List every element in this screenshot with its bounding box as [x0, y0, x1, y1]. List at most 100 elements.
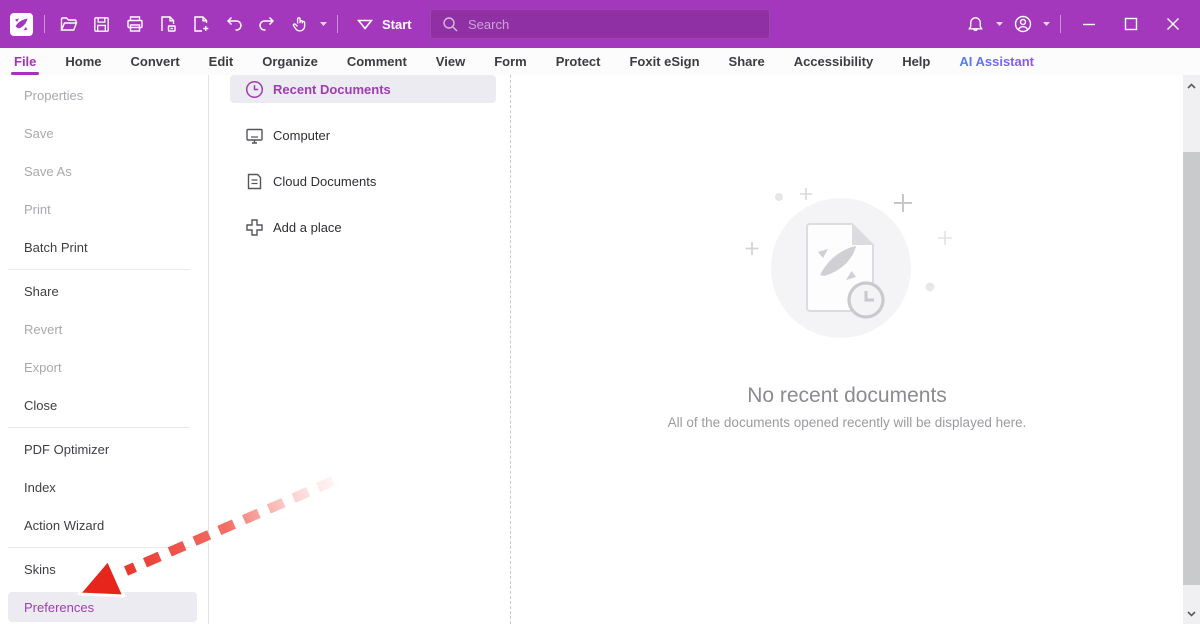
- vertical-scrollbar[interactable]: [1183, 75, 1200, 624]
- empty-state-subtitle: All of the documents opened recently wil…: [667, 415, 1027, 430]
- print-icon: [126, 16, 143, 32]
- place-label: Computer: [273, 127, 331, 143]
- redo-icon: [258, 16, 274, 31]
- places-panel: Recent Documents Computer Cloud Document…: [209, 75, 511, 624]
- tab-home[interactable]: Home: [65, 48, 101, 75]
- hand-tool-icon: [292, 16, 306, 32]
- tab-organize[interactable]: Organize: [262, 48, 318, 75]
- close-button[interactable]: [1152, 0, 1194, 48]
- undo-button[interactable]: [217, 8, 250, 40]
- file-menu-properties[interactable]: Properties: [0, 76, 208, 114]
- place-recent-documents[interactable]: Recent Documents: [230, 75, 496, 103]
- file-menu-close[interactable]: Close: [0, 386, 208, 424]
- tab-help[interactable]: Help: [902, 48, 930, 75]
- caret-down-icon: [995, 22, 1003, 26]
- foxit-pdf-editor-window: Start Search File Home Convert Edit Orga…: [0, 0, 1200, 624]
- toolbar-separator: [337, 15, 338, 33]
- tab-edit[interactable]: Edit: [209, 48, 234, 75]
- save-button[interactable]: [85, 8, 118, 40]
- recent-documents-panel: No recent documents All of the documents…: [511, 75, 1183, 624]
- page-plus-icon: [193, 16, 208, 32]
- scrollbar-thumb[interactable]: [1183, 152, 1200, 585]
- menubar: File Home Convert Edit Organize Comment …: [0, 48, 1200, 75]
- file-menu-action-wizard[interactable]: Action Wizard: [0, 506, 208, 544]
- maximize-icon: [1124, 17, 1138, 31]
- search-icon: [443, 16, 458, 31]
- file-menu-index[interactable]: Index: [0, 468, 208, 506]
- tab-file[interactable]: File: [10, 48, 40, 75]
- scroll-down-button[interactable]: [1183, 605, 1200, 622]
- file-menu-share[interactable]: Share: [0, 272, 208, 310]
- notifications-dropdown[interactable]: [992, 8, 1006, 40]
- clock-icon: [245, 80, 264, 99]
- place-label: Cloud Documents: [273, 173, 377, 189]
- quick-access-toolbar: Start: [0, 0, 424, 48]
- file-menu-sidebar: Properties Save Save As Print Batch Prin…: [0, 75, 209, 624]
- start-tab-label: Start: [382, 16, 412, 32]
- page-minus-icon: [160, 16, 176, 32]
- account-dropdown[interactable]: [1039, 8, 1053, 40]
- create-pdf-button[interactable]: [184, 8, 217, 40]
- file-menu-export[interactable]: Export: [0, 348, 208, 386]
- file-menu-revert[interactable]: Revert: [0, 310, 208, 348]
- document-icon: [245, 172, 264, 191]
- file-menu-skins[interactable]: Skins: [0, 550, 208, 588]
- account-icon: [1014, 15, 1031, 33]
- file-backstage-view: Properties Save Save As Print Batch Prin…: [0, 75, 1200, 624]
- minimize-icon: [1083, 23, 1095, 26]
- sidebar-divider: [8, 547, 190, 548]
- minimize-button[interactable]: [1068, 0, 1110, 48]
- place-computer[interactable]: Computer: [230, 121, 496, 149]
- notifications-button[interactable]: [959, 8, 992, 40]
- close-icon: [1167, 18, 1179, 30]
- hand-tool-button[interactable]: [283, 8, 316, 40]
- titlebar-right-controls: [959, 0, 1200, 48]
- place-label: Recent Documents: [273, 81, 391, 97]
- place-label: Add a place: [273, 219, 342, 235]
- file-menu-print[interactable]: Print: [0, 190, 208, 228]
- place-add-a-place[interactable]: Add a place: [230, 213, 496, 241]
- account-button[interactable]: [1006, 8, 1039, 40]
- file-menu-pdf-optimizer[interactable]: PDF Optimizer: [0, 430, 208, 468]
- sidebar-divider: [8, 269, 190, 270]
- place-cloud-documents[interactable]: Cloud Documents: [230, 167, 496, 195]
- tab-ai-assistant[interactable]: AI Assistant: [959, 48, 1034, 75]
- tab-form[interactable]: Form: [494, 48, 527, 75]
- save-icon: [94, 16, 109, 32]
- search-placeholder: Search: [468, 16, 510, 32]
- file-menu-save-as[interactable]: Save As: [0, 152, 208, 190]
- foxit-feather-icon: [15, 18, 28, 30]
- search-box[interactable]: Search: [430, 9, 770, 39]
- toolbar-separator: [1060, 15, 1061, 33]
- bell-icon: [968, 16, 983, 31]
- undo-icon: [226, 16, 242, 31]
- tab-protect[interactable]: Protect: [556, 48, 601, 75]
- tab-view[interactable]: View: [436, 48, 465, 75]
- scroll-up-button[interactable]: [1183, 77, 1200, 94]
- sidebar-divider: [8, 427, 190, 428]
- empty-state-illustration: [745, 188, 952, 338]
- tab-share[interactable]: Share: [729, 48, 765, 75]
- file-menu-batch-print[interactable]: Batch Print: [0, 228, 208, 266]
- file-menu-preferences[interactable]: Preferences: [8, 592, 197, 622]
- chevron-down-icon: [1187, 610, 1196, 617]
- pdf-export-button[interactable]: [151, 8, 184, 40]
- redo-button[interactable]: [250, 8, 283, 40]
- plus-icon: [245, 218, 264, 237]
- hand-tool-dropdown[interactable]: [316, 8, 330, 40]
- maximize-button[interactable]: [1110, 0, 1152, 48]
- caret-down-icon: [319, 22, 327, 26]
- start-tab[interactable]: Start: [345, 0, 424, 48]
- titlebar: Start Search: [0, 0, 1200, 48]
- tab-comment[interactable]: Comment: [347, 48, 407, 75]
- caret-down-icon: [1042, 22, 1050, 26]
- foxit-logo: [10, 12, 33, 36]
- nabla-down-icon: [357, 19, 373, 30]
- tab-accessibility[interactable]: Accessibility: [794, 48, 874, 75]
- tab-convert[interactable]: Convert: [131, 48, 180, 75]
- open-file-button[interactable]: [52, 8, 85, 40]
- tab-foxit-esign[interactable]: Foxit eSign: [629, 48, 699, 75]
- file-menu-save[interactable]: Save: [0, 114, 208, 152]
- print-button[interactable]: [118, 8, 151, 40]
- empty-state-title: No recent documents: [747, 384, 947, 407]
